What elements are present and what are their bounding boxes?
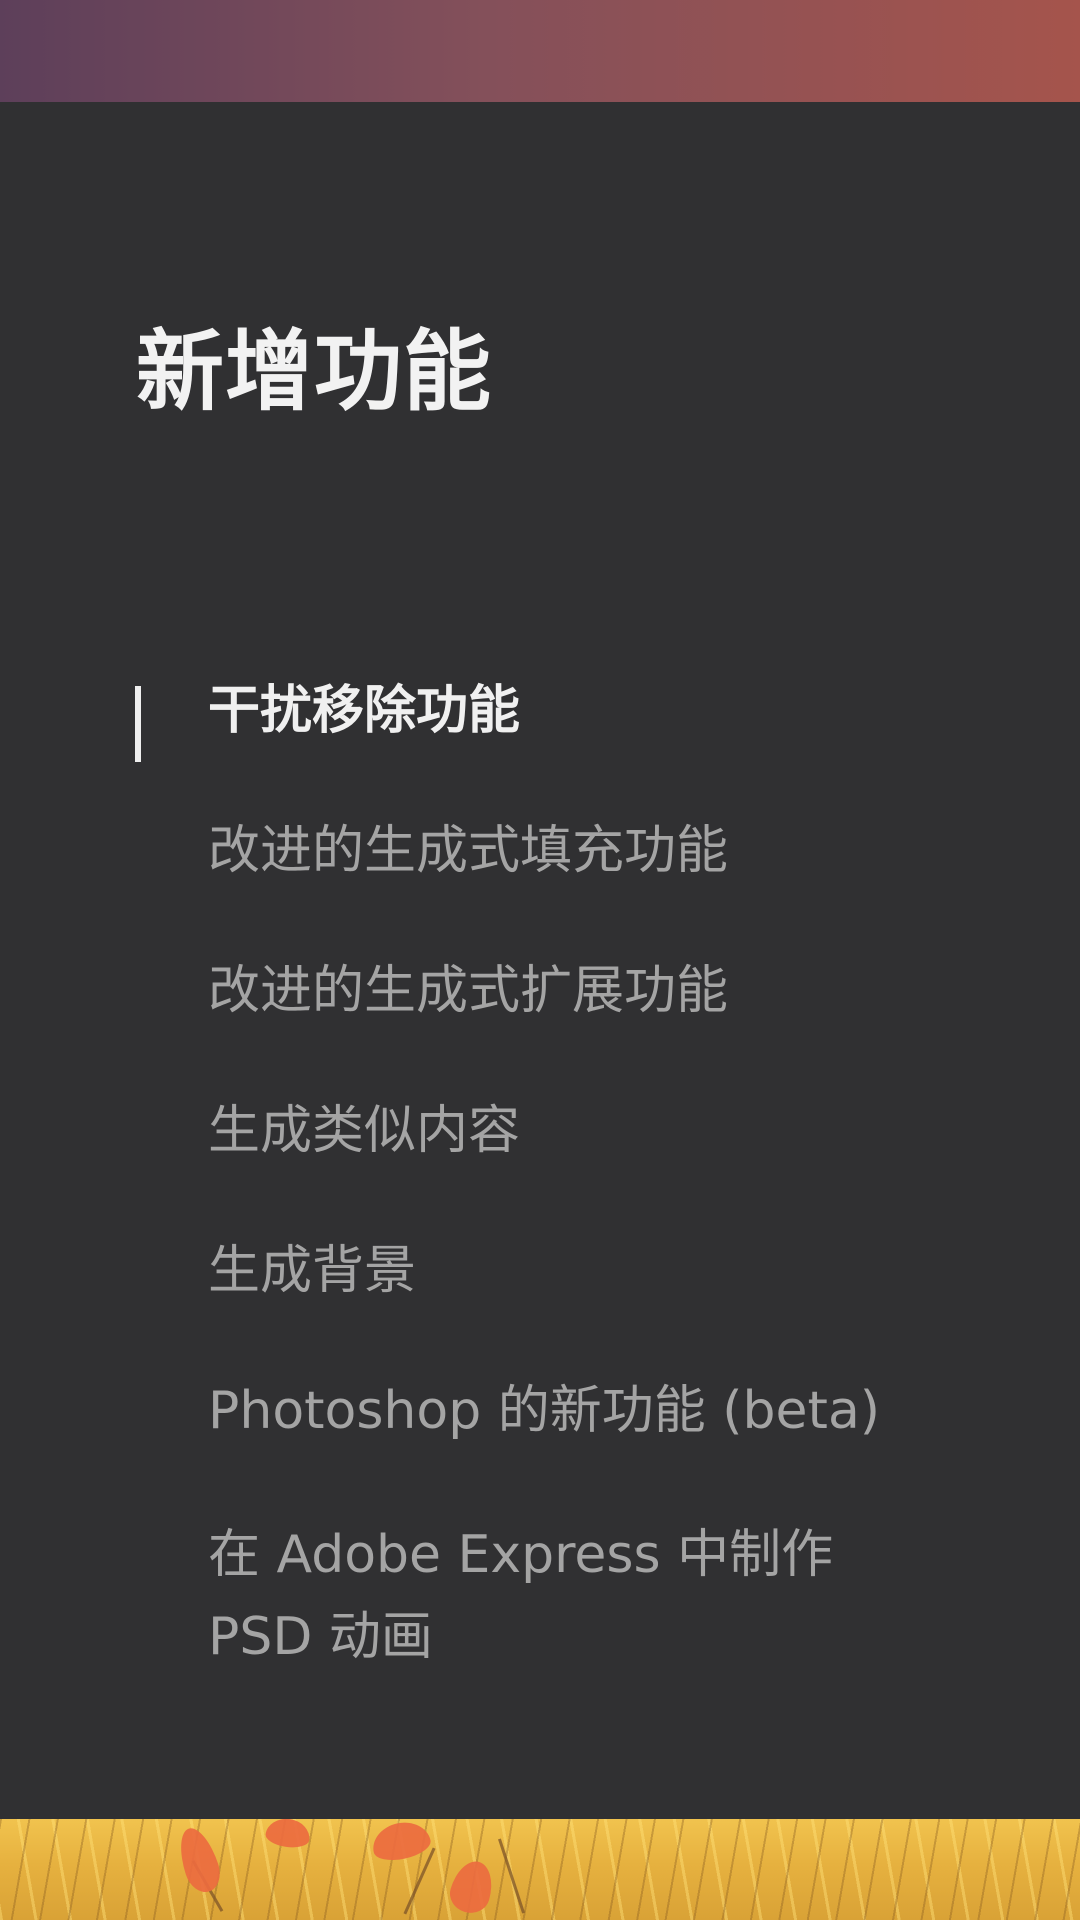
toc-item-label: 生成背景 [208, 1241, 417, 1301]
toc-item-label: 干扰移除功能 [208, 681, 521, 741]
active-indicator [135, 686, 141, 762]
toc-item-photoshop-beta[interactable]: Photoshop 的新功能 (beta) [0, 1374, 1080, 1484]
toc-item-generate-similar[interactable]: 生成类似内容 [0, 1094, 1080, 1204]
top-gradient-band [0, 0, 1080, 102]
grass-texture [0, 1819, 1080, 1920]
whats-new-panel: 新增功能 干扰移除功能 改进的生成式填充功能 改进的生成式扩展功能 生成类似内容… [0, 102, 1080, 1819]
app-screen: 新增功能 干扰移除功能 改进的生成式填充功能 改进的生成式扩展功能 生成类似内容… [0, 0, 1080, 1920]
toc-item-label: 改进的生成式填充功能 [208, 821, 729, 881]
toc-item-label: 改进的生成式扩展功能 [208, 961, 729, 1021]
toc-item-label: 生成类似内容 [208, 1101, 521, 1161]
page-title: 新增功能 [136, 320, 493, 423]
toc-item-distraction-removal[interactable]: 干扰移除功能 [0, 674, 1080, 784]
toc-item-improved-generative-expand[interactable]: 改进的生成式扩展功能 [0, 954, 1080, 1064]
toc-item-label: Photoshop 的新功能 (beta) [208, 1381, 881, 1441]
toc-item-generate-background[interactable]: 生成背景 [0, 1234, 1080, 1344]
toc-item-adobe-express-psd-animation[interactable]: 在 Adobe Express 中制作 PSD 动画 [0, 1514, 1080, 1684]
toc-item-improved-generative-fill[interactable]: 改进的生成式填充功能 [0, 814, 1080, 924]
toc-item-label: 在 Adobe Express 中制作 PSD 动画 [208, 1525, 834, 1667]
bottom-autumn-grass-band [0, 1819, 1080, 1920]
